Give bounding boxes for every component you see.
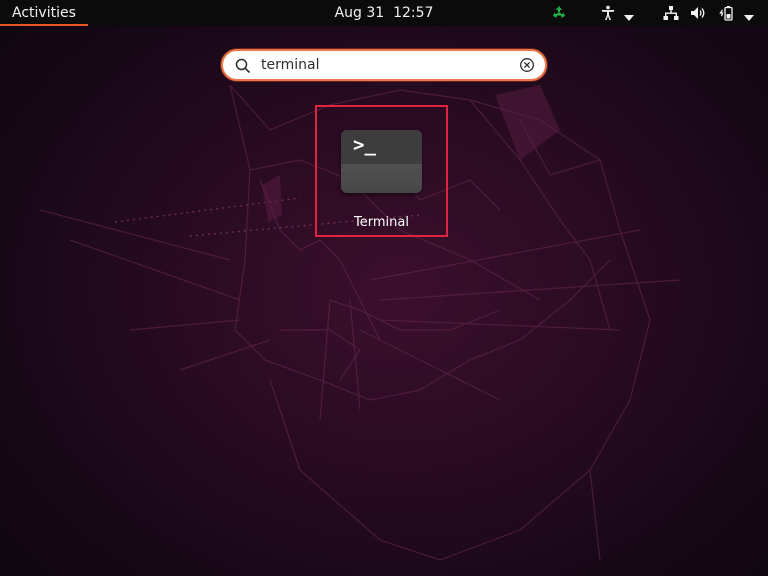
network-wired-icon[interactable]: [663, 5, 679, 21]
clear-search-icon[interactable]: [519, 57, 535, 73]
accessibility-icon[interactable]: [601, 5, 615, 21]
top-bar: Activities Aug 31 12:57: [0, 0, 768, 26]
activities-button[interactable]: Activities: [0, 0, 88, 26]
terminal-prompt-glyph: >_: [353, 134, 376, 156]
search-icon: [235, 58, 251, 74]
volume-icon[interactable]: [690, 5, 706, 21]
recycle-icon[interactable]: [551, 5, 567, 21]
search-box[interactable]: [221, 49, 547, 81]
activities-label: Activities: [12, 5, 76, 21]
desktop-screen: Activities Aug 31 12:57 terminal >_ Term…: [0, 0, 768, 576]
search-input[interactable]: [261, 55, 501, 75]
clock-button[interactable]: Aug 31 12:57: [335, 5, 434, 21]
app-result-terminal[interactable]: >_ Terminal: [315, 105, 448, 237]
app-result-label: Terminal: [354, 215, 409, 230]
battery-icon[interactable]: [719, 5, 735, 21]
wallpaper-cat-art: [39, 84, 681, 561]
clock-container: Aug 31 12:57: [0, 0, 768, 26]
chevron-down-icon[interactable]: [744, 10, 754, 26]
terminal-icon: >_: [341, 130, 422, 193]
chevron-down-icon[interactable]: [624, 10, 634, 26]
